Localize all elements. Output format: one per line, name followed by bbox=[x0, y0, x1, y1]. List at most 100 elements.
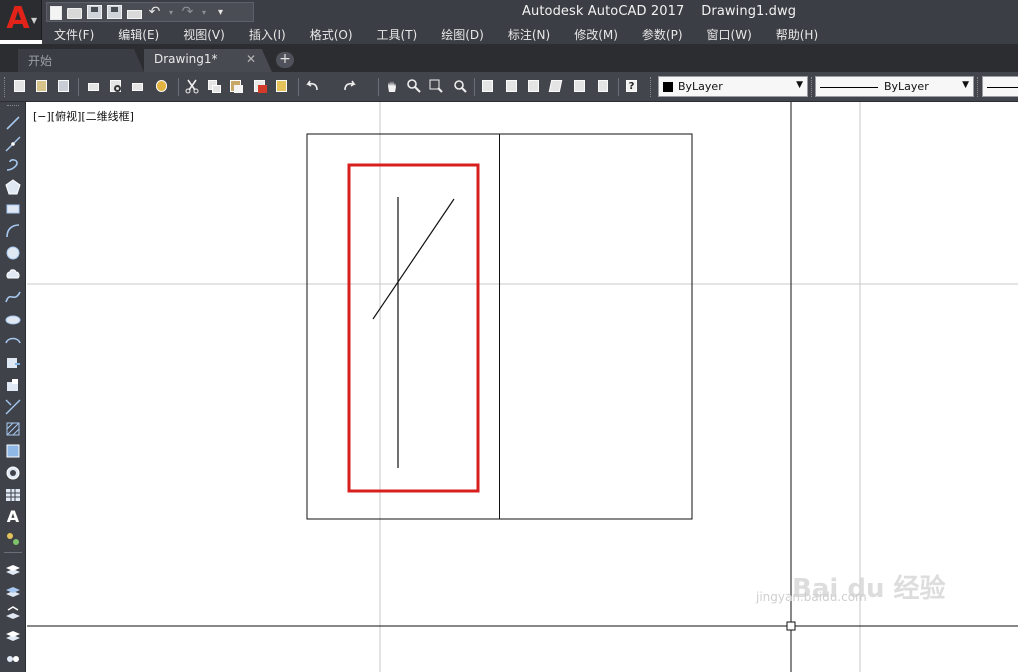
make-block-icon[interactable] bbox=[4, 376, 22, 394]
layer-previous-icon[interactable] bbox=[4, 604, 22, 622]
save-icon[interactable] bbox=[56, 78, 72, 94]
layer-properties-icon[interactable] bbox=[4, 560, 22, 578]
multiline-text-icon[interactable]: A bbox=[4, 508, 22, 526]
zoom-realtime-icon[interactable] bbox=[406, 78, 422, 94]
menu-window[interactable]: 窗口(W) bbox=[695, 26, 764, 43]
close-tab-icon[interactable]: ✕ bbox=[246, 52, 256, 66]
redo-icon[interactable]: ↷ bbox=[180, 4, 195, 20]
menu-edit[interactable]: 编辑(E) bbox=[106, 26, 171, 43]
add-selected-icon[interactable] bbox=[4, 530, 22, 548]
point-icon[interactable] bbox=[4, 398, 22, 416]
menu-file[interactable]: 文件(F) bbox=[42, 26, 106, 43]
color-value: ByLayer bbox=[678, 80, 723, 93]
open-file-icon[interactable] bbox=[67, 8, 82, 19]
design-center-icon[interactable] bbox=[504, 78, 520, 94]
publish-icon[interactable] bbox=[130, 78, 146, 94]
menu-dimension[interactable]: 标注(N) bbox=[496, 26, 562, 43]
viewport-controls-label[interactable]: [−][俯视][二维线框] bbox=[33, 108, 134, 124]
new-tab-button[interactable]: + bbox=[276, 52, 294, 68]
construction-line-icon[interactable] bbox=[4, 135, 22, 153]
quick-access-toolbar: ↶ ▾ ↷ ▾ ▾ bbox=[46, 2, 254, 22]
color-control-dropdown[interactable]: ByLayer ▼ bbox=[658, 76, 808, 97]
qnew-icon[interactable] bbox=[12, 78, 28, 94]
sheet-set-icon[interactable] bbox=[548, 78, 564, 94]
customize-qat-icon[interactable]: ▾ bbox=[213, 5, 228, 20]
spline-icon[interactable] bbox=[4, 288, 22, 306]
undo-dropdown-icon[interactable]: ▾ bbox=[167, 5, 175, 20]
layer-isolate-icon[interactable] bbox=[4, 626, 22, 644]
standard-toolbar: ? ByLayer ▼ ByLayer ▼ bbox=[0, 72, 1018, 102]
undo-icon[interactable]: ↶ bbox=[147, 4, 162, 20]
properties-icon[interactable] bbox=[480, 78, 496, 94]
toolbar-grip[interactable] bbox=[977, 77, 980, 97]
plot-preview-icon[interactable] bbox=[108, 78, 124, 94]
menu-insert[interactable]: 插入(I) bbox=[237, 26, 298, 43]
tab-start[interactable]: 开始 bbox=[18, 49, 144, 72]
autocad-logo-icon: A bbox=[6, 1, 30, 36]
toolbar-separator bbox=[618, 78, 619, 96]
match-properties-icon[interactable] bbox=[252, 78, 268, 94]
menu-format[interactable]: 格式(O) bbox=[298, 26, 365, 43]
save-as-icon[interactable] bbox=[107, 5, 122, 19]
menu-modify[interactable]: 修改(M) bbox=[562, 26, 630, 43]
layer-state-icon[interactable] bbox=[4, 582, 22, 600]
diagonal-line[interactable] bbox=[372, 198, 455, 320]
file-tab-bar: 开始 Drawing1* bbox=[0, 44, 1018, 72]
markup-set-icon[interactable] bbox=[572, 78, 588, 94]
region-icon[interactable] bbox=[4, 464, 22, 482]
plot-icon[interactable] bbox=[86, 78, 102, 94]
polygon-icon[interactable] bbox=[4, 178, 22, 196]
toolbar-grip[interactable] bbox=[7, 105, 19, 108]
linetype-control-dropdown[interactable]: ByLayer ▼ bbox=[815, 76, 974, 97]
chevron-down-icon: ▼ bbox=[962, 80, 969, 90]
ellipse-icon[interactable] bbox=[4, 310, 22, 328]
lineweight-control-dropdown[interactable] bbox=[982, 76, 1018, 97]
toolbar-grip[interactable] bbox=[4, 77, 7, 97]
redo-icon[interactable] bbox=[342, 78, 358, 94]
arc-icon[interactable] bbox=[4, 222, 22, 240]
help-icon[interactable]: ? bbox=[624, 78, 640, 94]
zoom-previous-icon[interactable] bbox=[452, 78, 468, 94]
open-icon[interactable] bbox=[34, 78, 50, 94]
save-icon[interactable] bbox=[87, 5, 102, 19]
menu-parametric[interactable]: 参数(P) bbox=[630, 26, 695, 43]
hatch-icon[interactable] bbox=[4, 420, 22, 438]
color-swatch bbox=[663, 82, 673, 92]
ellipse-arc-icon[interactable] bbox=[4, 332, 22, 350]
toolbar-separator bbox=[78, 78, 79, 96]
rectangle-icon[interactable] bbox=[4, 200, 22, 218]
line-icon[interactable] bbox=[4, 114, 22, 132]
menu-tools[interactable]: 工具(T) bbox=[365, 26, 430, 43]
polyline-icon[interactable] bbox=[4, 156, 22, 174]
toolbar-separator bbox=[4, 552, 22, 553]
pan-hand-icon[interactable] bbox=[384, 78, 400, 94]
title-bar: ↶ ▾ ↷ ▾ ▾ Autodesk AutoCAD 2017 Drawing1… bbox=[0, 0, 1018, 24]
copy-icon[interactable] bbox=[206, 78, 222, 94]
3d-print-icon[interactable] bbox=[154, 78, 170, 94]
circle-icon[interactable] bbox=[4, 244, 22, 262]
menu-help[interactable]: 帮助(H) bbox=[764, 26, 830, 43]
block-editor-icon[interactable] bbox=[274, 78, 290, 94]
tool-palettes-icon[interactable] bbox=[526, 78, 542, 94]
chevron-down-icon: ▼ bbox=[796, 80, 803, 90]
menu-view[interactable]: 视图(V) bbox=[171, 26, 237, 43]
layer-walk-icon[interactable] bbox=[4, 650, 22, 668]
insert-block-icon[interactable] bbox=[4, 354, 22, 372]
revision-cloud-icon[interactable] bbox=[4, 266, 22, 284]
cut-icon[interactable] bbox=[184, 78, 200, 94]
new-file-icon[interactable] bbox=[50, 5, 62, 20]
toolbar-separator bbox=[298, 78, 299, 96]
undo-icon[interactable] bbox=[304, 78, 320, 94]
toolbar-grip[interactable] bbox=[811, 77, 814, 97]
table-icon[interactable] bbox=[4, 486, 22, 504]
zoom-window-icon[interactable] bbox=[428, 78, 444, 94]
highlight-box bbox=[347, 163, 480, 493]
menu-draw[interactable]: 绘图(D) bbox=[429, 26, 496, 43]
application-menu-button[interactable]: A ▼ bbox=[0, 0, 42, 40]
plot-icon[interactable] bbox=[127, 9, 142, 19]
toolbar-grip[interactable] bbox=[650, 77, 653, 97]
gradient-icon[interactable] bbox=[4, 442, 22, 460]
paste-icon[interactable] bbox=[228, 78, 244, 94]
calculator-icon[interactable] bbox=[596, 78, 612, 94]
redo-dropdown-icon[interactable]: ▾ bbox=[200, 5, 208, 20]
